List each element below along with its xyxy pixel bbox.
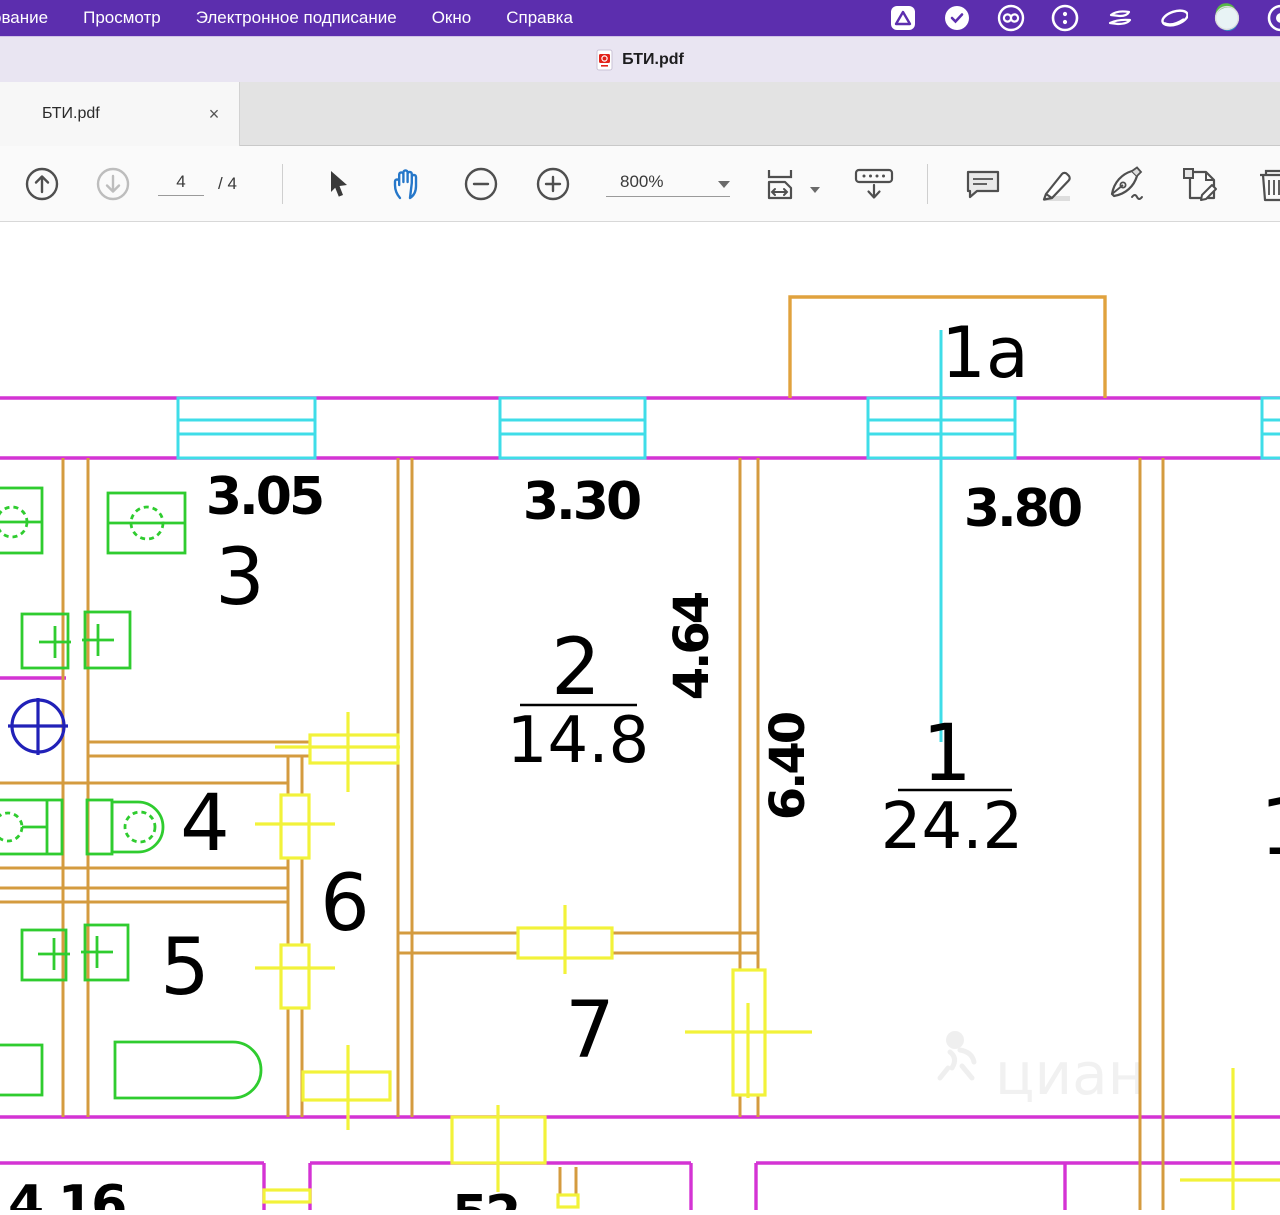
dim-6-40: 6.40	[760, 712, 816, 820]
dim-3-30: 3.30	[523, 472, 640, 532]
balcony-label: 1a	[941, 312, 1028, 394]
dim-3-80: 3.80	[964, 479, 1081, 539]
menu-bar: ование Просмотр Электронное подписание О…	[0, 0, 1280, 36]
hand-icon	[388, 164, 428, 204]
saturn-icon[interactable]	[1158, 3, 1188, 33]
scrolling-mode-button[interactable]	[850, 146, 898, 222]
pdf-file-icon	[596, 49, 614, 71]
room-4-number: 4	[180, 779, 230, 869]
cian-watermark: циан	[940, 1031, 1146, 1108]
chevron-down-icon	[718, 181, 730, 188]
check-circle-icon[interactable]	[942, 3, 972, 33]
dim-3-05: 3.05	[206, 467, 322, 527]
partial-circle-icon[interactable]	[1266, 3, 1280, 33]
menu-items: ование Просмотр Электронное подписание О…	[0, 8, 573, 28]
windows	[178, 330, 1280, 742]
right-edge-room-number-partial: 1	[1260, 783, 1280, 873]
app-triangle-icon[interactable]	[888, 3, 918, 33]
menu-status-icons	[888, 0, 1280, 36]
room-3-number: 3	[215, 533, 265, 623]
zoom-level-dropdown[interactable]: 800%	[604, 146, 732, 222]
tab-close-icon[interactable]: ×	[202, 102, 226, 126]
toolbar-divider	[282, 164, 283, 204]
menu-item-editing[interactable]: ование	[0, 8, 48, 28]
comment-tool-button[interactable]	[960, 146, 1006, 222]
page-number-input[interactable]: 4	[158, 172, 204, 196]
room-2-area: 14.8	[507, 704, 650, 778]
toolbar: 4 / 4 800%	[0, 146, 1280, 222]
title-bar: БТИ.pdf	[0, 36, 1280, 82]
next-page-button[interactable]	[93, 146, 133, 222]
zoom-in-button[interactable]	[532, 146, 574, 222]
sign-tool-button[interactable]	[1102, 146, 1152, 222]
room-1-area: 24.2	[881, 790, 1024, 864]
zoom-level-value: 800%	[606, 172, 663, 192]
page-indicator: 4 / 4	[158, 146, 268, 222]
tab-label: БТИ.pdf	[42, 105, 100, 123]
fit-width-button[interactable]	[760, 146, 822, 222]
window-title: БТИ.pdf	[622, 51, 684, 69]
tab-bar: БТИ.pdf ×	[0, 82, 1280, 146]
floor-plan-drawing: циан	[0, 222, 1280, 1210]
previous-page-button[interactable]	[22, 146, 62, 222]
dim-4-16-partial: 4.16	[8, 1175, 125, 1210]
toolbar-divider	[927, 164, 928, 204]
room-5-number: 5	[160, 923, 210, 1013]
globe-icon[interactable]	[1212, 3, 1242, 33]
svg-text:циан: циан	[995, 1040, 1146, 1108]
tab-bti-pdf[interactable]: БТИ.pdf ×	[0, 82, 240, 146]
chevron-down-icon	[810, 187, 820, 193]
highlight-tool-button[interactable]	[1030, 146, 1078, 222]
delete-pages-button[interactable]	[1252, 146, 1280, 222]
vpn-bars-icon[interactable]	[1104, 3, 1134, 33]
room-6-number: 6	[320, 859, 370, 949]
vent-symbol	[8, 698, 68, 755]
edit-pdf-button[interactable]	[1176, 146, 1226, 222]
menu-item-help[interactable]: Справка	[506, 8, 573, 28]
menu-item-view[interactable]: Просмотр	[83, 8, 161, 28]
menu-item-esign[interactable]: Электронное подписание	[196, 8, 397, 28]
hand-tool-button[interactable]	[386, 146, 430, 222]
page-total: 4	[227, 174, 236, 193]
neighbor-label-partial: 52	[452, 1185, 518, 1210]
menu-item-window[interactable]: Окно	[432, 8, 472, 28]
page-separator: /	[218, 174, 223, 193]
pdf-page-canvas[interactable]: циан	[0, 222, 1280, 1210]
dim-4-64: 4.64	[664, 592, 720, 700]
room-2-number: 2	[551, 623, 601, 713]
room-7-number: 7	[565, 986, 615, 1076]
dots-circle-icon[interactable]	[1050, 3, 1080, 33]
select-tool-button[interactable]	[318, 146, 358, 222]
room-1-number: 1	[922, 709, 972, 799]
zoom-out-button[interactable]	[460, 146, 502, 222]
creative-cloud-icon[interactable]	[996, 3, 1026, 33]
